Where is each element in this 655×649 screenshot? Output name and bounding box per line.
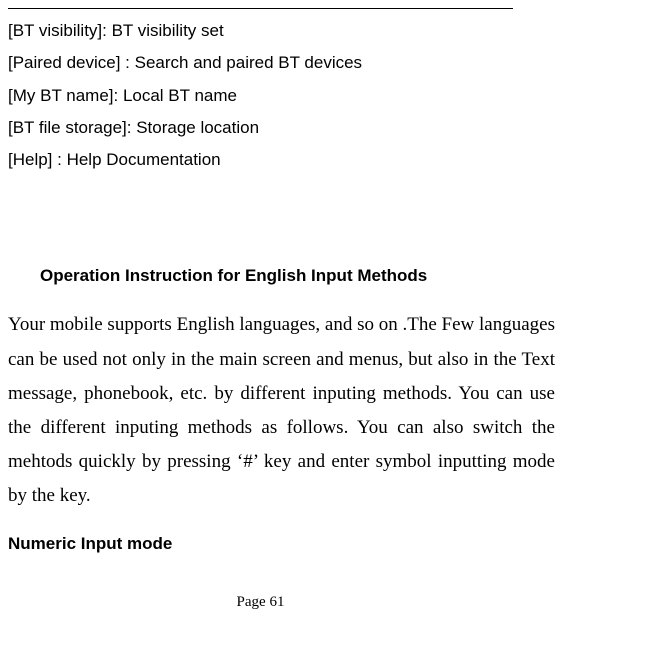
body-paragraph: Your mobile supports English languages, … (8, 308, 555, 513)
bt-item-file-storage: [BT file storage]: Storage location (8, 112, 595, 144)
bt-menu-list: [BT visibility]: BT visibility set [Pair… (8, 15, 595, 176)
document-page: [BT visibility]: BT visibility set [Pair… (0, 0, 655, 611)
section-heading: Operation Instruction for English Input … (40, 266, 595, 286)
bt-item-visibility: [BT visibility]: BT visibility set (8, 15, 595, 47)
bt-item-paired-device: [Paired device] : Search and paired BT d… (8, 47, 595, 79)
horizontal-rule (8, 8, 513, 9)
bt-item-help: [Help] : Help Documentation (8, 144, 595, 176)
bt-item-my-bt-name: [My BT name]: Local BT name (8, 80, 595, 112)
page-number: Page 61 (8, 594, 513, 611)
sub-heading: Numeric Input mode (8, 534, 595, 554)
